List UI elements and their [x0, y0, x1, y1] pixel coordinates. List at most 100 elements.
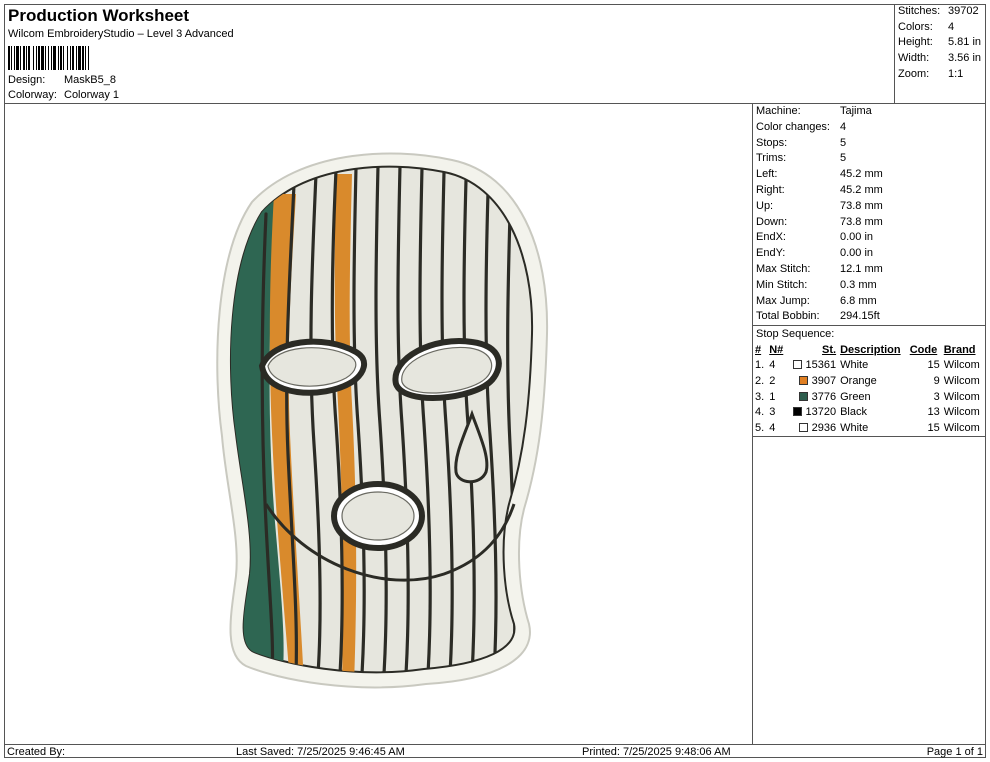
color-swatch — [798, 391, 808, 401]
table-row: 3. 1 3776 Green 3 Wilcom — [753, 389, 985, 405]
color-description: White — [840, 422, 869, 435]
color-description: Orange — [840, 374, 877, 387]
info-row: Max Jump: 6.8 mm — [753, 294, 986, 310]
design-label: Design: — [8, 74, 46, 86]
stat-label: Width: — [898, 52, 930, 65]
info-label: Machine: — [756, 105, 801, 117]
stat-value: 1:1 — [948, 67, 964, 80]
info-value: 0.00 in — [840, 247, 874, 260]
color-swatch — [792, 360, 802, 370]
stat-value: 39702 — [948, 5, 979, 17]
info-value: 12.1 mm — [840, 262, 883, 275]
info-value: 4 — [840, 120, 847, 133]
stat-label: Height: — [898, 36, 933, 49]
color-description: Black — [840, 406, 867, 419]
col-header-needle: N# — [769, 343, 784, 356]
stop-index: 5. — [755, 422, 765, 435]
info-row: Trims: 5 — [753, 151, 986, 167]
stop-index: 4. — [755, 406, 765, 419]
thread-brand: Wilcom — [943, 359, 980, 372]
last-saved: Last Saved: 7/25/2025 9:46:45 AM — [236, 746, 405, 758]
info-value: 5 — [840, 152, 847, 165]
stop-sequence-section: # N# St. Description Code Brand 1. 4 15361… — [753, 342, 986, 438]
info-label: Stops: — [756, 136, 788, 149]
info-label: Down: — [756, 215, 788, 228]
stop-index: 3. — [755, 390, 765, 403]
info-row: EndY: 0.00 in — [753, 246, 986, 262]
stat-row: Height: 5.81 in — [898, 35, 986, 51]
info-label: Trims: — [756, 152, 787, 165]
thread-code: 9 — [933, 374, 940, 387]
info-row: Down: 73.8 mm — [753, 215, 986, 231]
info-row: Up: 73.8 mm — [753, 199, 986, 215]
info-label: Color changes: — [756, 120, 830, 133]
color-swatch — [798, 375, 808, 385]
stitch-count: 13720 — [805, 406, 837, 419]
info-label: EndX: — [756, 231, 786, 244]
info-value: 73.8 mm — [840, 199, 883, 212]
table-row: 2. 2 3907 Orange 9 Wilcom — [753, 373, 985, 389]
created-by: Created By: — [7, 746, 66, 758]
needle-number: 2 — [769, 374, 776, 387]
thread-brand: Wilcom — [943, 406, 980, 419]
stat-label: Colors: — [898, 20, 933, 33]
color-swatch — [792, 407, 802, 417]
colorway-value: Colorway 1 — [64, 89, 120, 101]
thread-code: 15 — [927, 359, 940, 372]
stitch-count: 3776 — [811, 390, 837, 403]
info-value: 45.2 mm — [840, 183, 883, 196]
colorway-label: Colorway: — [8, 89, 57, 101]
thread-brand: Wilcom — [943, 422, 980, 435]
info-value: 45.2 mm — [840, 168, 883, 181]
stat-value: 3.56 in — [948, 52, 982, 65]
info-value: Tajima — [840, 105, 872, 117]
stop-sequence-table: # N# St. Description Code Brand 1. 4 15361… — [753, 342, 985, 436]
worksheet-footer: Created By: Last Saved: 7/25/2025 9:46:4… — [4, 744, 986, 758]
info-row: Max Stitch: 12.1 mm — [753, 262, 986, 278]
info-row: EndX: 0.00 in — [753, 230, 986, 246]
info-value: 0.3 mm — [840, 278, 877, 291]
stat-label: Stitches: — [898, 5, 941, 17]
info-row: Left: 45.2 mm — [753, 167, 986, 183]
color-description: White — [840, 359, 869, 372]
design-preview — [4, 104, 753, 744]
color-description: Green — [840, 390, 871, 403]
page-title: Production Worksheet — [8, 6, 190, 25]
stat-value: 5.81 in — [948, 36, 982, 49]
software-name: Wilcom EmbroideryStudio – Level 3 Advanc… — [8, 28, 234, 40]
table-row: 1. 4 15361 White 15 Wilcom — [753, 357, 985, 373]
stat-row: Colors: 4 — [898, 20, 986, 36]
stop-index: 2. — [755, 374, 765, 387]
stitch-count: 2936 — [811, 422, 837, 435]
info-label: Left: — [756, 168, 778, 181]
ski-mask-design — [216, 152, 549, 689]
worksheet-header: Production Worksheet Wilcom EmbroiderySt… — [4, 4, 894, 104]
info-value: 5 — [840, 136, 847, 149]
design-row: Design: MaskB5_8 — [8, 74, 116, 86]
colorway-row: Colorway: Colorway 1 — [8, 89, 119, 101]
info-label: EndY: — [756, 247, 786, 260]
stitch-count: 15361 — [805, 359, 837, 372]
info-value: 6.8 mm — [840, 294, 877, 307]
info-label: Max Jump: — [756, 294, 810, 307]
needle-number: 3 — [769, 406, 776, 419]
info-value: 294.15ft — [840, 310, 880, 323]
info-label: Max Stitch: — [756, 262, 811, 275]
col-header-description: Description — [840, 343, 901, 356]
thread-brand: Wilcom — [943, 374, 980, 387]
info-label: Min Stitch: — [756, 278, 808, 291]
color-swatch — [798, 423, 808, 433]
stats-panel: Stitches: 39702 Colors: 4 Height: 5.81 in W… — [894, 4, 986, 104]
table-row: 5. 4 2936 White 15 Wilcom — [753, 420, 985, 436]
machine-info-panel: Machine: Tajima Color changes: 4 Stops: 5 T… — [753, 104, 986, 438]
table-header-row: # N# St. Description Code Brand — [753, 342, 985, 357]
col-header-brand: Brand — [943, 343, 976, 356]
stat-row: Width: 3.56 in — [898, 51, 986, 67]
col-header-index: # — [755, 343, 762, 356]
needle-number: 1 — [769, 390, 776, 403]
info-row: Total Bobbin: 294.15ft — [753, 309, 986, 325]
table-row: 4. 3 13720 Black 13 Wilcom — [753, 405, 985, 421]
needle-number: 4 — [769, 359, 776, 372]
info-label: Up: — [756, 199, 774, 212]
left-eye-hole — [258, 338, 368, 396]
